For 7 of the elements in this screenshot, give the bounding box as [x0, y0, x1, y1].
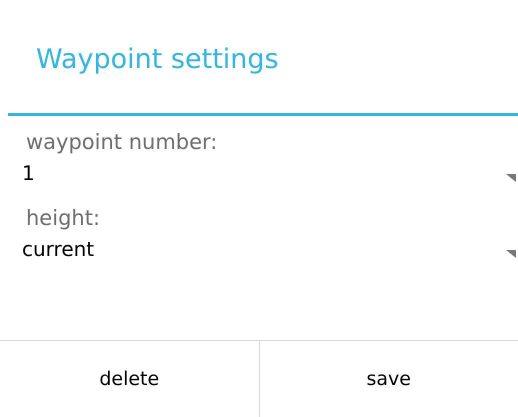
dropdown-caret-icon [506, 250, 516, 258]
dropdown[interactable]: 1 [22, 158, 518, 188]
dropdown-caret-icon [506, 174, 516, 182]
dropdown[interactable]: current [22, 234, 518, 264]
field-label: height: [25, 205, 102, 232]
dialog-title: Waypoint settings [36, 43, 279, 78]
field-label: waypoint number: [25, 129, 218, 156]
